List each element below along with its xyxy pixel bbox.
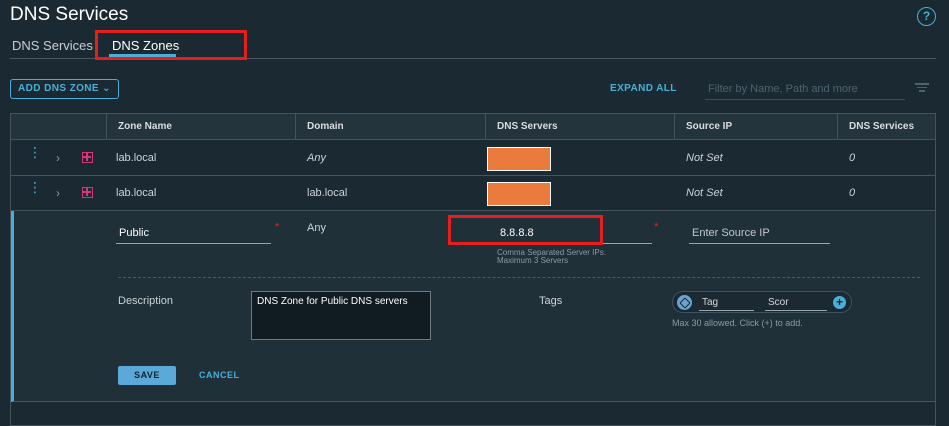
column-header-zone-name[interactable]: Zone Name xyxy=(118,121,172,132)
required-marker: * xyxy=(654,221,659,233)
scope-input[interactable] xyxy=(765,295,827,311)
expand-all-button[interactable]: EXPAND ALL xyxy=(610,83,677,94)
tags-label: Tags xyxy=(539,295,563,307)
column-separator xyxy=(106,114,107,140)
add-tag-icon[interactable]: + xyxy=(833,296,846,309)
cell-domain: lab.local xyxy=(307,187,348,199)
section-divider xyxy=(118,277,920,278)
tag-icon xyxy=(677,295,692,310)
cell-source-ip: Not Set xyxy=(686,152,723,164)
domain-value: Any xyxy=(307,222,326,234)
row-actions-icon[interactable]: ⋮ xyxy=(28,145,42,159)
zone-name-input[interactable] xyxy=(116,223,271,244)
column-separator xyxy=(837,114,838,140)
tag-input[interactable] xyxy=(699,295,754,311)
table-row: ⋮ › lab.local Any Not Set 0 xyxy=(11,141,935,176)
description-textarea[interactable]: DNS Zone for Public DNS servers xyxy=(251,291,431,340)
page-title: DNS Services xyxy=(10,4,129,25)
dns-zones-grid: Zone Name Domain DNS Servers Source IP D… xyxy=(10,113,936,426)
save-button[interactable]: SAVE xyxy=(118,366,176,385)
row-actions-icon[interactable]: ⋮ xyxy=(28,180,42,194)
source-ip-input[interactable] xyxy=(689,223,830,244)
column-header-source-ip[interactable]: Source IP xyxy=(686,121,732,132)
required-marker: * xyxy=(275,221,280,233)
expand-row-icon[interactable]: › xyxy=(56,186,60,200)
cell-zone-name: lab.local xyxy=(116,152,157,164)
cancel-button[interactable]: CANCEL xyxy=(199,366,240,385)
cell-source-ip: Not Set xyxy=(686,187,723,199)
expand-row-icon[interactable]: › xyxy=(56,151,60,165)
redacted-dns-servers xyxy=(487,182,551,206)
cell-domain: Any xyxy=(307,152,326,164)
grid-header: Zone Name Domain DNS Servers Source IP D… xyxy=(11,114,935,140)
column-separator xyxy=(485,114,486,140)
help-icon[interactable]: ? xyxy=(917,7,936,26)
add-dns-zone-button[interactable]: ADD DNS ZONE ⌄ xyxy=(10,79,119,99)
column-header-dns-services[interactable]: DNS Services xyxy=(849,121,914,132)
description-label: Description xyxy=(118,295,174,307)
cell-dns-services: 0 xyxy=(849,187,856,199)
chevron-down-icon: ⌄ xyxy=(102,83,111,94)
cell-dns-services: 0 xyxy=(849,152,856,164)
table-row: ⋮ › lab.local lab.local Not Set 0 xyxy=(11,176,935,211)
filter-input[interactable] xyxy=(705,78,905,100)
filter-icon[interactable] xyxy=(915,83,929,93)
dns-zone-icon xyxy=(82,187,93,198)
highlight-box-tab xyxy=(95,30,247,60)
highlight-box-dns-servers xyxy=(448,215,603,245)
column-header-dns-servers[interactable]: DNS Servers xyxy=(497,121,558,132)
column-separator xyxy=(295,114,296,140)
tags-helper: Max 30 allowed. Click (+) to add. xyxy=(672,318,803,328)
tag-input-group: + xyxy=(672,291,852,313)
column-header-domain[interactable]: Domain xyxy=(307,121,344,132)
add-dns-zone-label: ADD DNS ZONE xyxy=(18,83,99,94)
column-separator xyxy=(674,114,675,140)
dns-zone-icon xyxy=(82,152,93,163)
redacted-dns-servers xyxy=(487,147,551,171)
dns-servers-helper-max: Maximum 3 Servers xyxy=(497,256,569,265)
tab-dns-services[interactable]: DNS Services xyxy=(12,38,93,53)
cell-zone-name: lab.local xyxy=(116,187,157,199)
